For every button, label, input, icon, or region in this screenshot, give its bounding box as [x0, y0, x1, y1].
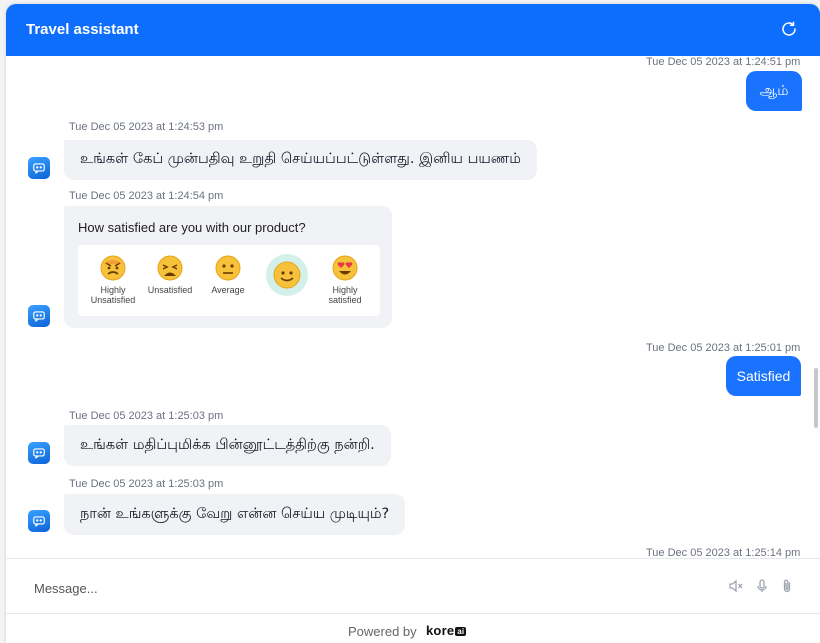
rating-option-unsatisfied[interactable]: Unsatisfied — [141, 255, 199, 295]
chat-bot-icon — [28, 305, 50, 327]
rating-option-satisfied[interactable] — [258, 254, 316, 301]
powered-by-label: Powered by — [348, 624, 417, 639]
chat-header: Travel assistant — [6, 4, 820, 56]
user-message: Satisfied — [726, 356, 801, 396]
chat-bot-icon — [28, 157, 50, 179]
bot-message: நான் உங்களுக்கு வேறு என்ன செய்ய முடியும்… — [64, 494, 406, 535]
angry-face-icon — [100, 255, 126, 281]
message-timestamp: Tue Dec 05 2023 at 1:25:14 pm — [646, 547, 801, 558]
rating-label: Unsatisfied — [147, 285, 193, 295]
refresh-icon[interactable] — [780, 20, 798, 38]
rating-option-average[interactable]: Average — [199, 255, 257, 295]
brand-suffix: ai — [455, 627, 467, 637]
feedback-card: How satisfied are you with our product? … — [64, 206, 392, 328]
speaker-mute-icon[interactable] — [728, 578, 744, 594]
message-timestamp: Tue Dec 05 2023 at 1:25:03 pm — [69, 410, 224, 422]
chat-bot-icon — [28, 510, 50, 532]
chat-bot-icon — [28, 442, 50, 464]
feedback-question: How satisfied are you with our product? — [78, 220, 306, 235]
message-input[interactable] — [32, 575, 636, 601]
message-timestamp: Tue Dec 05 2023 at 1:24:54 pm — [69, 190, 224, 202]
heart-eyes-face-icon — [332, 255, 358, 281]
scrollbar[interactable] — [814, 368, 818, 428]
rating-option-highly-unsatisfied[interactable]: Highly Unsatisfied — [84, 255, 142, 305]
message-timestamp: Tue Dec 05 2023 at 1:25:01 pm — [646, 342, 801, 354]
chat-window: Travel assistant Tue Dec 05 2023 at 1:24… — [6, 4, 820, 643]
message-list[interactable]: Tue Dec 05 2023 at 1:24:51 pm ஆம் Tue De… — [6, 56, 820, 558]
chat-title: Travel assistant — [26, 21, 139, 38]
neutral-face-icon — [215, 255, 241, 281]
message-timestamp: Tue Dec 05 2023 at 1:24:53 pm — [69, 121, 224, 133]
rating-label: Highly — [332, 285, 358, 295]
message-composer — [6, 558, 820, 614]
paperclip-icon[interactable] — [779, 578, 795, 594]
bot-message: உங்கள் கேப் முன்பதிவு உறுதி செய்யப்பட்டு… — [64, 140, 537, 180]
kore-logo[interactable]: kore ai — [426, 623, 467, 638]
rating-label: Average — [211, 285, 245, 295]
rating-option-highly-satisfied[interactable]: Highly satisfied — [316, 255, 374, 305]
rating-label: Highly — [100, 285, 126, 295]
rating-label: Unsatisfied — [90, 295, 136, 305]
emoji-rating: Highly Unsatisfied Unsatisfied Average H… — [78, 245, 380, 316]
microphone-icon[interactable] — [754, 578, 770, 594]
footer: Powered by kore ai — [6, 613, 820, 643]
brand-name: kore — [426, 623, 455, 638]
message-timestamp: Tue Dec 05 2023 at 1:25:03 pm — [69, 478, 224, 490]
rating-label: satisfied — [328, 295, 362, 305]
weary-face-icon — [157, 255, 183, 281]
user-message: ஆம் — [746, 71, 802, 111]
message-timestamp: Tue Dec 05 2023 at 1:24:51 pm — [646, 56, 801, 68]
smiling-face-icon — [266, 254, 308, 296]
bot-message: உங்கள் மதிப்புமிக்க பின்னூட்டத்திற்கு நன… — [64, 425, 391, 466]
